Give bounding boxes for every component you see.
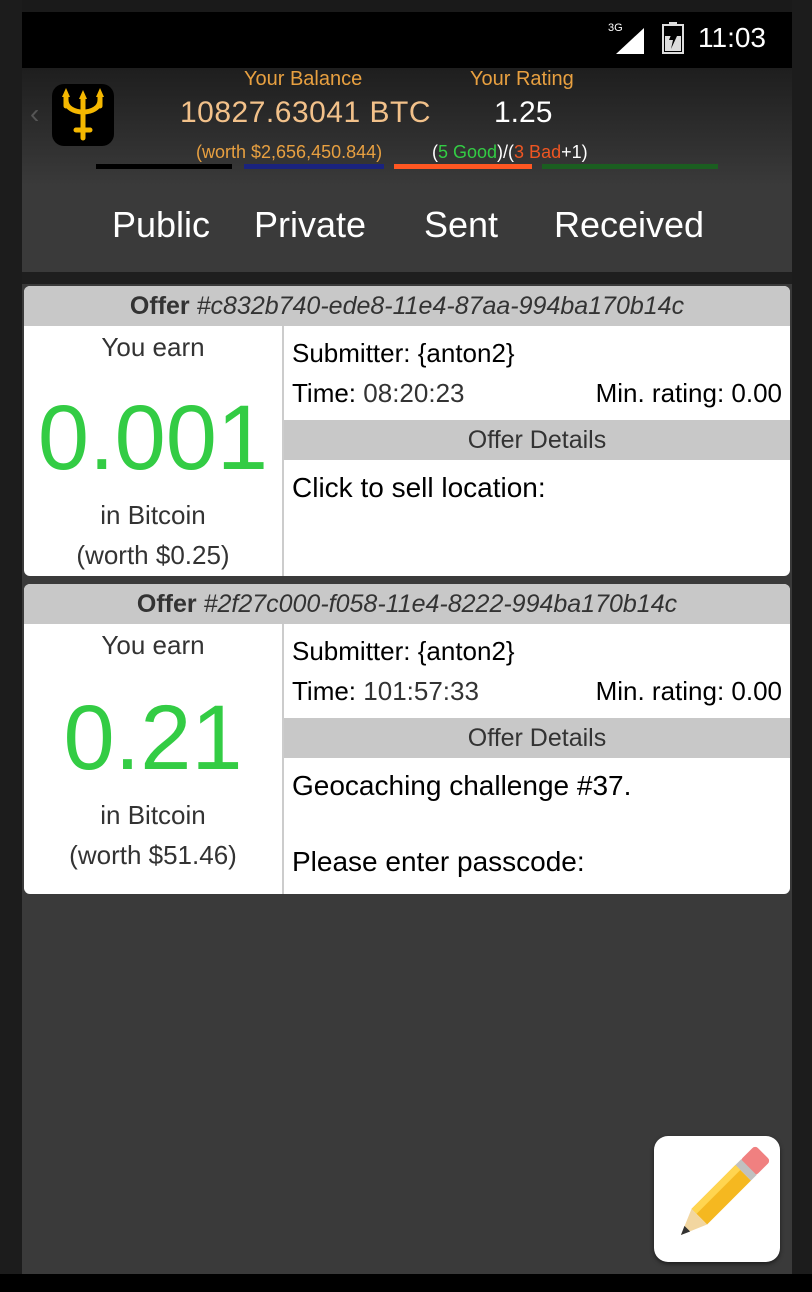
balance-worth: (worth $2,656,450.844) [196,142,383,162]
tab-private[interactable]: Private [254,204,366,246]
tabs-divider [22,272,792,284]
offer-id: #2f27c000-f058-11e4-8222-994ba170b14c [203,590,678,618]
submitter: Submitter: {anton2} [292,338,515,368]
back-chevron-icon[interactable]: ‹ [30,98,39,130]
earn-panel: You earn 0.21 in Bitcoin (worth $51.46) [24,624,282,894]
clock: 11:03 [698,22,766,53]
offer-header: Offer #c832b740-ede8-11e4-87aa-994ba170b… [24,286,790,326]
offer-prefix: Offer [129,292,190,320]
device-frame-right [792,0,812,1292]
offer-details-header: Offer Details [284,420,790,460]
tab-indicator-private [244,164,384,169]
balance-header: ‹ Your Balance Your Rating 10827.63041 B… [22,68,792,186]
device-frame-left [0,0,22,1292]
tab-bar: Public Private Sent Received [22,186,792,272]
offer-card[interactable]: Offer #c832b740-ede8-11e4-87aa-994ba170b… [24,286,790,576]
earn-worth: (worth $51.46) [69,840,237,870]
submitter: Submitter: {anton2} [292,636,515,666]
tab-public[interactable]: Public [112,204,210,246]
tab-indicator-received [542,164,718,169]
offer-id: #c832b740-ede8-11e4-87aa-994ba170b14c [196,292,685,320]
rating-close: +1) [561,142,588,162]
offer-details-header: Offer Details [284,718,790,758]
nav-bar [0,1274,812,1292]
tab-sent[interactable]: Sent [424,204,498,246]
currency-label: in Bitcoin [100,800,206,830]
offer-card[interactable]: Offer #2f27c000-f058-11e4-8222-994ba170b… [24,584,790,894]
earn-amount: 0.21 [63,687,243,789]
min-rating: Min. rating: 0.00 [595,676,782,706]
balance-label: Your Balance [244,68,363,90]
time-label: Time: [292,378,357,408]
balance-value: 10827.63041 BTC [180,96,432,129]
earn-label: You earn [101,630,205,660]
bad-count: 3 Bad [514,142,562,162]
earn-panel: You earn 0.001 in Bitcoin (worth $0.25) [24,326,282,576]
battery-icon [662,22,684,54]
currency-label: in Bitcoin [100,500,206,530]
rating-mid: )/( [497,142,515,162]
app-screen: 3G 11:03 ‹ Your Balance Your Rating 1082… [22,12,792,1274]
rating-value: 1.25 [494,96,553,129]
offer-info: Submitter: {anton2} Time: 101:57:33 Min.… [284,624,790,894]
time-value: 101:57:33 [363,676,479,706]
trident-icon[interactable] [52,84,114,146]
offer-time: Time: 08:20:23 [292,378,465,409]
good-count: 5 Good [438,142,498,162]
status-bar: 3G 11:03 [22,12,792,68]
offer-details-text: Geocaching challenge #37. [292,770,632,801]
earn-worth: (worth $0.25) [76,540,230,570]
signal-icon [616,28,644,54]
rating-label: Your Rating [470,68,574,90]
offer-time: Time: 101:57:33 [292,676,479,707]
earn-label: You earn [101,332,205,362]
tab-indicator-sent [394,164,532,169]
time-label: Time: [292,676,357,706]
time-value: 08:20:23 [363,378,465,408]
tab-indicator-public [96,164,232,169]
offer-prefix: Offer [136,590,197,618]
tab-received[interactable]: Received [554,204,704,246]
pencil-icon [680,1146,770,1236]
offer-details-text: Please enter passcode: [292,846,585,877]
min-rating: Min. rating: 0.00 [595,378,782,408]
offer-header: Offer #2f27c000-f058-11e4-8222-994ba170b… [24,584,790,624]
rating-breakdown: (5 Good)/(3 Bad+1) [432,142,588,163]
earn-amount: 0.001 [37,387,269,489]
offer-details-text: Click to sell location: [292,472,546,503]
new-offer-button[interactable] [654,1136,780,1262]
offer-info: Submitter: {anton2} Time: 08:20:23 Min. … [284,326,790,576]
